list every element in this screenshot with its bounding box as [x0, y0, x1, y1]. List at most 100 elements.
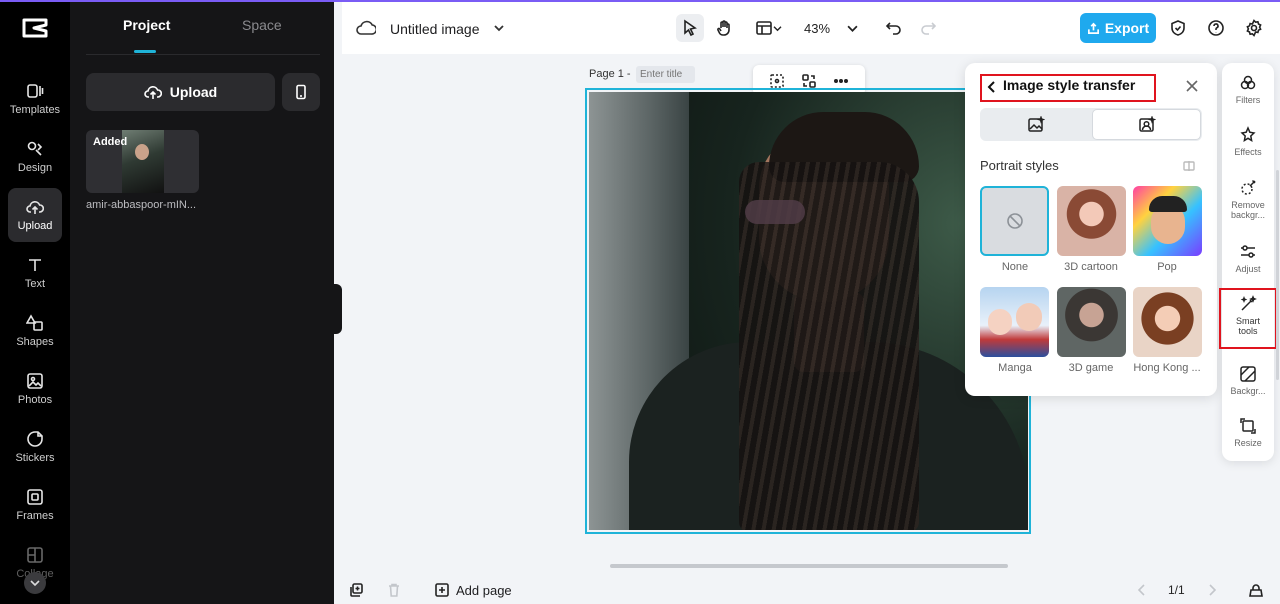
asset-thumbnail[interactable]: Added [86, 130, 199, 193]
style-card-3d-game[interactable] [1057, 287, 1126, 357]
tool-remove-background[interactable]: Remove backgr... [1222, 179, 1274, 220]
rail-item-photos[interactable]: Photos [8, 362, 62, 416]
add-page-label: Add page [456, 582, 512, 598]
right-tool-rail: Filters Effects Remove backgr... Adjust … [1222, 63, 1274, 461]
rail-item-design[interactable]: Design [8, 130, 62, 184]
previous-page-icon[interactable] [1134, 582, 1150, 598]
chevron-down-icon [846, 25, 858, 32]
rail-item-templates[interactable]: Templates [8, 72, 62, 126]
shield-button[interactable] [1164, 14, 1192, 42]
canvas-photo[interactable] [589, 92, 1028, 530]
remove-background-icon [1241, 179, 1256, 195]
export-button[interactable]: Export [1080, 13, 1156, 43]
resize-icon [1240, 418, 1256, 434]
rail-item-shapes[interactable]: Shapes [8, 304, 62, 358]
cloud-save-icon[interactable] [356, 19, 376, 37]
hand-tool-button[interactable] [710, 14, 738, 42]
style-card-manga[interactable] [980, 287, 1049, 357]
help-button[interactable] [1202, 14, 1230, 42]
select-area-icon[interactable] [769, 73, 785, 89]
smart-tools-highlight-box [1219, 288, 1277, 349]
rail-item-stickers[interactable]: Stickers [8, 420, 62, 474]
gear-icon [1246, 19, 1262, 37]
style-label: Pop [1157, 261, 1177, 273]
layout-icon [755, 21, 772, 35]
left-rail: Templates Design Upload Text Shapes Phot… [0, 0, 70, 604]
style-card-3d-cartoon[interactable] [1057, 186, 1126, 256]
layers-icon[interactable] [1248, 582, 1264, 598]
style-card-pop[interactable] [1133, 186, 1202, 256]
export-icon [1087, 22, 1099, 34]
style-label: Manga [998, 362, 1032, 374]
tool-effects[interactable]: Effects [1222, 126, 1274, 157]
rail-label: Stickers [15, 452, 55, 464]
zoom-dropdown-button[interactable] [838, 14, 866, 42]
add-page-button[interactable]: Add page [434, 582, 512, 598]
tool-label: Effects [1234, 147, 1262, 157]
undo-button[interactable] [880, 14, 908, 42]
style-card-none[interactable] [980, 186, 1049, 256]
redo-icon [921, 22, 937, 35]
panel-title: Image style transfer [1003, 77, 1136, 93]
next-page-icon[interactable] [1204, 582, 1220, 598]
select-tool-button[interactable] [676, 14, 704, 42]
redo-button[interactable] [914, 14, 942, 42]
vertical-scrollbar[interactable] [1276, 170, 1279, 380]
page-label: Page 1 - [589, 68, 631, 80]
section-heading: Portrait styles [980, 158, 1059, 173]
replace-icon[interactable] [801, 73, 817, 89]
page-title-input[interactable] [636, 66, 695, 83]
top-bar: Untitled image 43% Export [342, 2, 1280, 54]
design-icon [27, 141, 43, 156]
settings-button[interactable] [1240, 14, 1268, 42]
close-icon[interactable] [1185, 79, 1199, 93]
upload-cloud-icon [26, 201, 44, 214]
added-badge: Added [93, 136, 128, 148]
panel-collapse-handle[interactable] [334, 284, 342, 334]
more-button[interactable] [24, 572, 46, 594]
horizontal-scrollbar[interactable] [610, 564, 1008, 568]
page-counter: 1/1 [1168, 583, 1185, 597]
bottom-bar: Add page 1/1 [334, 578, 1280, 604]
upload-button[interactable]: Upload [86, 73, 275, 111]
project-panel: Project Space Upload Added amir-abbaspoo… [70, 0, 334, 604]
tab-space[interactable]: Space [242, 17, 282, 33]
rail-label: Shapes [16, 336, 54, 348]
zoom-level[interactable]: 43% [804, 21, 830, 36]
adjust-icon [1241, 245, 1255, 258]
phone-icon [296, 84, 306, 100]
image-style-icon [1027, 115, 1045, 132]
layout-menu-button[interactable] [748, 14, 788, 42]
divider [86, 54, 320, 55]
pop-hair [1149, 196, 1187, 212]
compare-icon[interactable] [1183, 160, 1195, 172]
upload-label: Upload [169, 84, 218, 100]
tab-project[interactable]: Project [123, 17, 170, 33]
export-label: Export [1104, 20, 1150, 36]
delete-page-icon[interactable] [386, 582, 402, 598]
rail-item-upload[interactable]: Upload [8, 188, 62, 242]
hand-icon [717, 20, 730, 36]
tool-background[interactable]: Backgr... [1222, 365, 1274, 396]
more-options-icon[interactable] [833, 73, 849, 89]
pointer-icon [684, 19, 697, 37]
style-label: None [1001, 261, 1029, 273]
document-title[interactable]: Untitled image [390, 21, 480, 37]
portrait-mode-tab[interactable] [1092, 109, 1201, 140]
style-card-hong-kong[interactable] [1133, 287, 1202, 357]
tool-resize[interactable]: Resize [1222, 417, 1274, 448]
chevron-down-icon[interactable] [494, 24, 504, 32]
rail-item-frames[interactable]: Frames [8, 478, 62, 532]
tool-filters[interactable]: Filters [1222, 74, 1274, 105]
tool-label: Backgr... [1230, 386, 1266, 396]
rail-item-text[interactable]: Text [8, 246, 62, 300]
chevron-down-icon [30, 580, 40, 587]
duplicate-page-icon[interactable] [348, 582, 364, 598]
templates-icon [27, 84, 44, 98]
tool-adjust[interactable]: Adjust [1222, 243, 1274, 274]
top-accent-line [0, 0, 1280, 2]
capcut-logo-icon[interactable] [20, 16, 50, 40]
upload-from-phone-button[interactable] [282, 73, 320, 111]
image-mode-tab[interactable] [980, 108, 1091, 141]
back-icon[interactable] [987, 80, 997, 94]
